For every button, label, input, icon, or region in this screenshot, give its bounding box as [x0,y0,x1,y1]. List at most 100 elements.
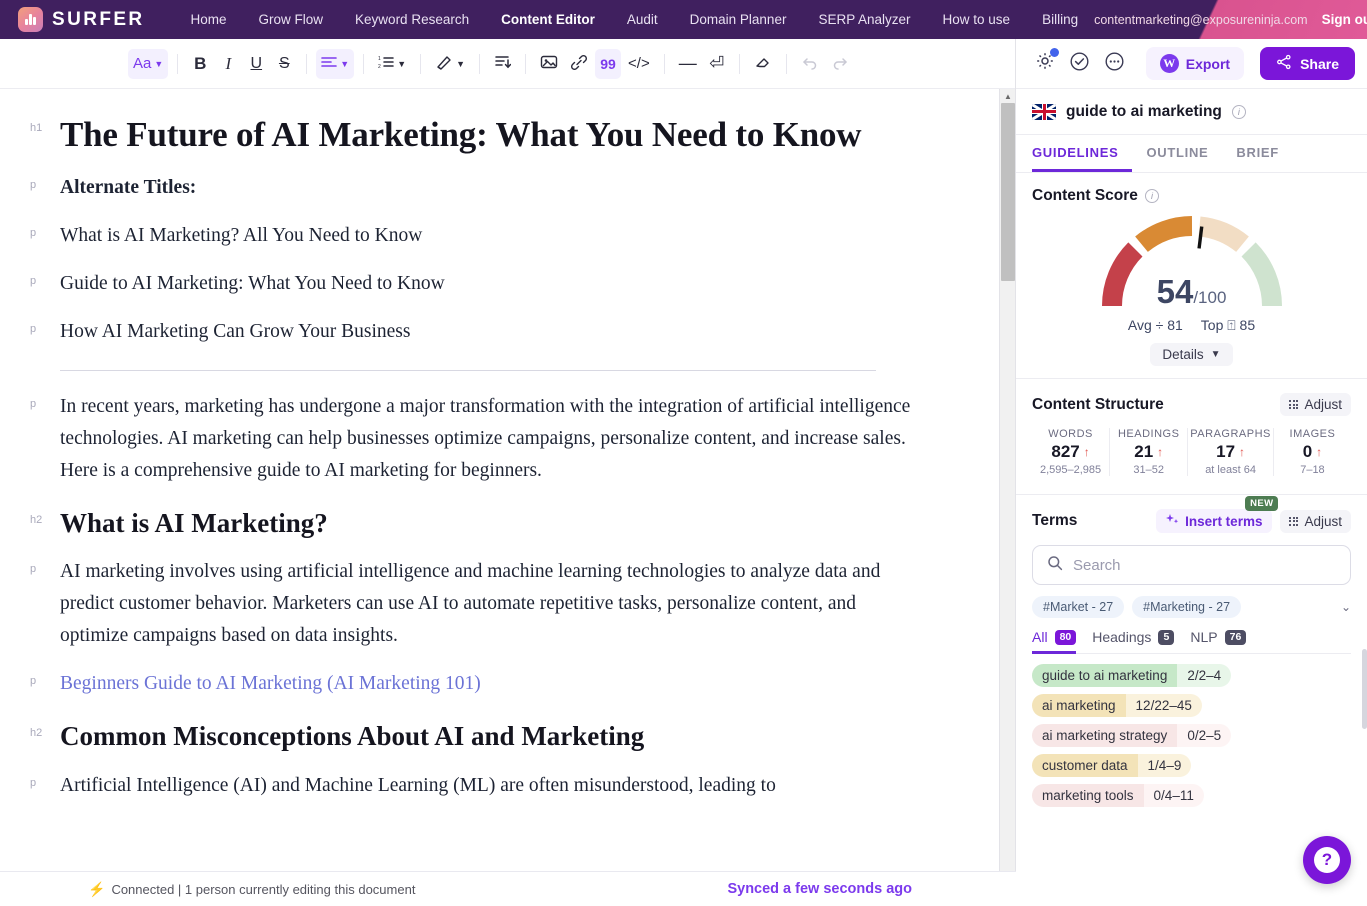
paragraph-text: In recent years, marketing has undergone… [60,391,925,487]
document-block-paragraph[interactable]: p In recent years, marketing has undergo… [60,391,925,487]
sidebar-scrollbar[interactable] [1362,649,1367,729]
settings-button[interactable] [1032,49,1059,79]
font-style-button[interactable]: Aa ▼ [128,49,168,79]
numbered-list-button[interactable]: 12 ▼ [373,49,411,79]
terms-search-box[interactable] [1032,545,1351,585]
stat-label: IMAGES [1276,428,1349,440]
adjust-terms-button[interactable]: Adjust [1280,510,1351,533]
help-button[interactable]: ? [1303,836,1351,884]
term-item[interactable]: guide to ai marketing 2/2–4 [1032,664,1231,687]
check-status-button[interactable] [1067,49,1094,79]
block-tag: p [30,179,36,191]
stat-images: IMAGES 0↑ 7–18 [1274,428,1351,476]
sign-out-link[interactable]: Sign ou [1322,12,1367,27]
toolbar-divider [525,54,526,74]
document-block-paragraph[interactable]: p How AI Marketing Can Grow Your Busines… [60,316,925,348]
document-block-link[interactable]: p Beginners Guide to AI Marketing (AI Ma… [60,668,925,700]
lightning-icon: ⚡ [88,881,105,898]
nav-item-how-to-use[interactable]: How to use [927,12,1027,27]
document-block-divider[interactable] [60,370,925,371]
tab-outline[interactable]: OUTLINE [1132,135,1222,172]
nav-items: Home Grow Flow Keyword Research Content … [175,12,1095,27]
line-break-button[interactable]: ⏎ [704,49,730,79]
document-block-h1[interactable]: h1 The Future of AI Marketing: What You … [60,115,925,156]
terms-list: guide to ai marketing 2/2–4 ai marketing… [1032,664,1351,807]
document-block-paragraph[interactable]: p Artificial Intelligence (AI) and Machi… [60,770,925,802]
surfer-logo[interactable]: SURFER [0,7,145,32]
top-label: Top [1201,317,1224,333]
return-icon: ⏎ [709,53,724,74]
term-item[interactable]: ai marketing strategy 0/2–5 [1032,724,1231,747]
details-button[interactable]: Details ▼ [1150,343,1232,366]
redo-button[interactable] [826,49,854,79]
scrollbar-thumb[interactable] [1001,103,1015,281]
document-body[interactable]: h1 The Future of AI Marketing: What You … [0,89,985,802]
tab-brief[interactable]: BRIEF [1222,135,1293,172]
nav-item-domain-planner[interactable]: Domain Planner [674,12,803,27]
term-count: 0/2–5 [1177,724,1231,747]
nav-item-billing[interactable]: Billing [1026,12,1094,27]
indent-button[interactable] [489,49,516,79]
document-block-paragraph[interactable]: p Alternate Titles: [60,172,925,204]
insert-link-button[interactable] [565,49,593,79]
chevron-down-icon[interactable]: ⌄ [1341,600,1351,614]
document-block-paragraph[interactable]: p Guide to AI Marketing: What You Need t… [60,268,925,300]
document-block-paragraph[interactable]: p What is AI Marketing? All You Need to … [60,220,925,252]
highlight-button[interactable]: ▼ [430,49,470,79]
strikethrough-button[interactable]: S [271,49,297,79]
font-style-label: Aa [133,55,151,72]
italic-button[interactable]: I [215,49,241,79]
stat-range: 2,595–2,985 [1034,464,1107,476]
clear-formatting-button[interactable] [749,49,777,79]
chevron-down-icon: ▼ [340,59,349,69]
document-block-h2[interactable]: h2 What is AI Marketing? [60,507,925,541]
block-tag: p [30,675,36,687]
chip-market[interactable]: #Market - 27 [1032,596,1124,618]
scroll-up-arrow-icon[interactable]: ▲ [1000,89,1015,103]
horizontal-rule-button[interactable]: — [674,49,702,79]
info-icon[interactable]: i [1232,105,1246,119]
eraser-icon [754,54,772,74]
search-input[interactable] [1073,557,1336,574]
term-item[interactable]: ai marketing 12/22–45 [1032,694,1202,717]
details-label: Details [1162,347,1203,362]
nav-item-grow-flow[interactable]: Grow Flow [243,12,340,27]
sidebar-header: W Export Share [1016,39,1367,89]
chip-marketing[interactable]: #Marketing - 27 [1132,596,1241,618]
inline-link[interactable]: Beginners Guide to AI Marketing (AI Mark… [60,668,925,700]
subtab-all[interactable]: All 80 [1032,629,1092,653]
term-item[interactable]: customer data 1/4–9 [1032,754,1191,777]
underline-button[interactable]: U [243,49,269,79]
document-scrollbar[interactable]: ▲ ▼ [999,89,1015,906]
align-button[interactable]: ▼ [316,49,354,79]
subtab-nlp[interactable]: NLP 76 [1190,629,1262,653]
tab-guidelines[interactable]: GUIDELINES [1032,135,1132,172]
nav-item-audit[interactable]: Audit [611,12,674,27]
nav-item-keyword-research[interactable]: Keyword Research [339,12,485,27]
chevron-down-icon: ▼ [456,59,465,69]
share-button[interactable]: Share [1260,47,1355,80]
adjust-structure-button[interactable]: Adjust [1280,393,1351,416]
undo-button[interactable] [796,49,824,79]
info-icon[interactable]: i [1145,189,1159,203]
nav-item-serp-analyzer[interactable]: SERP Analyzer [802,12,926,27]
paragraph-text: Alternate Titles: [60,172,925,204]
more-options-button[interactable] [1101,49,1128,79]
export-button[interactable]: W Export [1146,47,1244,80]
nav-item-home[interactable]: Home [175,12,243,27]
document-block-h2[interactable]: h2 Common Misconceptions About AI and Ma… [60,720,925,754]
minus-icon: — [679,53,697,74]
insert-terms-button[interactable]: NEW Insert terms [1156,509,1272,533]
trend-up-icon: ↑ [1239,445,1245,459]
document-block-paragraph[interactable]: p AI marketing involves using artificial… [60,556,925,652]
code-block-button[interactable]: </> [623,49,655,79]
bold-button[interactable]: B [187,49,213,79]
document-scroll-area[interactable]: h1 The Future of AI Marketing: What You … [0,89,1015,906]
nav-item-content-editor[interactable]: Content Editor [485,12,611,27]
insert-image-button[interactable] [535,49,563,79]
subtab-headings[interactable]: Headings 5 [1092,629,1190,653]
search-icon [1047,555,1063,576]
paragraph-text: Artificial Intelligence (AI) and Machine… [60,770,925,802]
blockquote-button[interactable]: 99 [595,49,621,79]
term-item[interactable]: marketing tools 0/4–11 [1032,784,1204,807]
